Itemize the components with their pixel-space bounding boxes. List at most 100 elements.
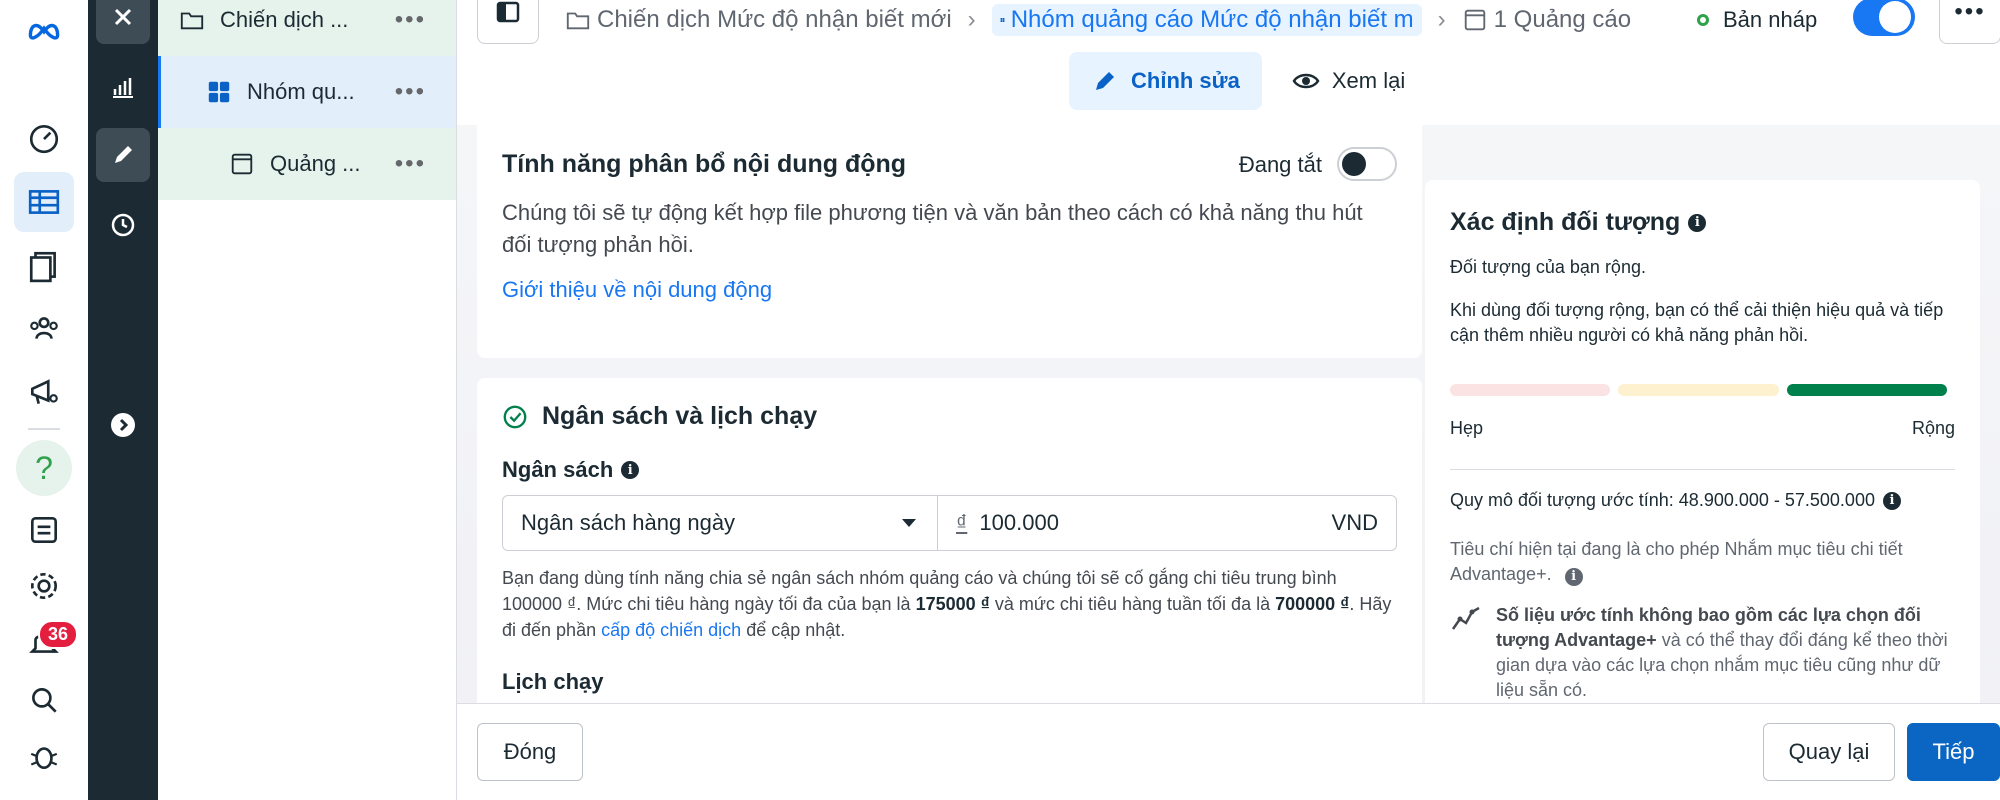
breadcrumb-ad[interactable]: 1 Quảng cáo (1462, 6, 1631, 34)
meta-logo-icon[interactable] (14, 0, 74, 60)
dynamic-creative-toggle[interactable] (1337, 147, 1397, 181)
meter-label-narrow: Hẹp (1450, 418, 1484, 438)
dynamic-creative-learn-more-link[interactable]: Giới thiệu về nội dung động (502, 277, 1397, 303)
meter-labels: Hẹp Rộng (1450, 418, 1955, 439)
status-indicator: Bản nháp (1697, 0, 1817, 40)
edit-pencil-icon (1096, 72, 1114, 90)
breadcrumb: Chiến dịch Mức độ nhận biết mới › Nhóm q… (565, 0, 1631, 40)
budget-amount-field[interactable]: ₫ 100.000 VND (938, 496, 1396, 550)
campaign-megaphone-icon[interactable] (14, 362, 74, 422)
audience-note: Số liệu ước tính không bao gồm các lựa c… (1450, 603, 1955, 703)
breadcrumb-adset-label: Nhóm quảng cáo Mức độ nhận biết m (1010, 6, 1414, 33)
meter-label-broad: Rộng (1911, 418, 1955, 438)
audience-summary: Đối tượng của bạn rộng. (1450, 257, 1646, 277)
ad-window-icon (228, 150, 256, 178)
breadcrumb-campaign-label: Chiến dịch Mức độ nhận biết mới (597, 6, 952, 33)
budget-hint-text: và mức chi tiêu hàng tuần tối đa là (989, 594, 1276, 614)
caret-down-icon (902, 519, 916, 527)
more-options-button[interactable]: ••• (1939, 0, 2000, 44)
max-daily-spend: 175000 ₫ (915, 594, 990, 614)
tab-edit-label: Chỉnh sửa (1131, 68, 1240, 93)
audiences-icon[interactable] (14, 298, 74, 358)
budget-label-row: Ngân sách i (502, 457, 1397, 483)
rail-divider (28, 428, 60, 430)
info-icon[interactable]: i (1882, 491, 1901, 510)
info-icon[interactable]: i (621, 461, 640, 479)
chevron-right-icon: › (967, 6, 976, 33)
dynamic-creative-description: Chúng tôi sẽ tự động kết hợp file phương… (502, 200, 1363, 257)
back-button[interactable]: Quay lại (1763, 723, 1895, 781)
budget-input-group: Ngân sách hàng ngày ₫ 100.000 VND (502, 495, 1397, 551)
check-circle-icon (503, 405, 527, 428)
search-icon[interactable] (14, 670, 74, 730)
main-content: Tính năng phân bổ nội dung động Đang tắt… (457, 125, 2000, 703)
info-icon[interactable]: i (1688, 213, 1707, 232)
info-icon[interactable]: i (1564, 567, 1583, 586)
trend-line-icon (1451, 606, 1480, 630)
ads-manager-table-icon[interactable] (14, 172, 74, 232)
dynamic-creative-toggle-label: Đang tắt (1238, 152, 1322, 177)
tree-item-label: Quảng ... (270, 151, 361, 176)
help-icon[interactable]: ? (16, 440, 72, 496)
bar-chart-icon[interactable] (96, 60, 150, 114)
campaign-tree: Chiến dịch ... ••• Nhóm qu... ••• Quảng … (158, 0, 457, 800)
pages-icon[interactable] (14, 236, 74, 296)
meter-segment-narrow (1450, 384, 1611, 396)
tab-review[interactable]: Xem lại (1270, 52, 1427, 110)
tab-review-label: Xem lại (1331, 68, 1406, 93)
edit-pencil-icon[interactable] (96, 128, 150, 182)
chevron-right-icon: › (1437, 6, 1446, 33)
tree-item-ad[interactable]: Quảng ... ••• (158, 128, 456, 200)
breadcrumb-campaign[interactable]: Chiến dịch Mức độ nhận biết mới (565, 6, 952, 34)
next-button[interactable]: Tiếp (1907, 723, 2000, 781)
audience-criteria: Tiêu chí hiện tại đang là cho phép Nhắm … (1450, 539, 1903, 584)
more-options-icon[interactable]: ••• (395, 78, 426, 106)
tool-column (88, 0, 158, 800)
tab-edit[interactable]: Chỉnh sửa (1069, 52, 1262, 110)
breadcrumb-ad-label: 1 Quảng cáo (1493, 6, 1632, 33)
side-panel-icon (496, 1, 520, 23)
nav-rail: ? 36 (0, 0, 88, 800)
budget-amount-value: 100.000 (979, 510, 1059, 535)
breadcrumb-adset[interactable]: Nhóm quảng cáo Mức độ nhận biết m (991, 4, 1422, 36)
tree-item-campaign[interactable]: Chiến dịch ... ••• (158, 0, 456, 56)
folder-icon (178, 6, 206, 34)
max-weekly-spend: 700000 ₫ (1275, 594, 1350, 614)
budget-hint: Bạn đang dùng tính năng chia sẻ ngân sác… (502, 565, 1397, 643)
audience-tip: Khi dùng đối tượng rộng, bạn có thể cải … (1450, 300, 1944, 345)
budget-schedule-title: Ngân sách và lịch chạy (542, 402, 818, 430)
mode-tabs: Chỉnh sửa Xem lại (1069, 52, 1435, 110)
footer-bar: Đóng Quay lại Tiếp (457, 703, 2000, 800)
campaign-level-link[interactable]: cấp độ chiến dịch (601, 620, 741, 640)
history-clock-icon[interactable] (96, 198, 150, 252)
more-options-icon[interactable]: ••• (395, 150, 426, 178)
dashboard-icon[interactable] (14, 108, 74, 168)
tree-item-label: Nhóm qu... (247, 79, 355, 104)
dynamic-creative-card: Tính năng phân bổ nội dung động Đang tắt… (477, 125, 1422, 358)
reports-icon[interactable] (14, 500, 74, 560)
tree-item-adset[interactable]: Nhóm qu... ••• (158, 56, 456, 128)
publish-toggle[interactable] (1853, 0, 1915, 36)
close-button[interactable]: Đóng (477, 723, 583, 781)
adset-grid-icon (205, 78, 233, 106)
audience-size-estimate: Quy mô đối tượng ước tính: 48.900.000 - … (1450, 490, 1875, 510)
settings-gear-icon[interactable] (14, 556, 74, 616)
budget-hint-text: để cập nhật. (741, 620, 846, 640)
budget-type-select[interactable]: Ngân sách hàng ngày (503, 496, 938, 550)
audience-title: Xác định đối tượng (1450, 208, 1681, 236)
divider (1450, 469, 1955, 470)
expand-chevron-icon[interactable] (96, 398, 150, 452)
status-dot (1697, 14, 1709, 26)
more-options-icon[interactable]: ••• (395, 6, 426, 34)
folder-icon (566, 12, 590, 30)
toggle-side-panel-button[interactable] (477, 0, 539, 44)
budget-label: Ngân sách (502, 457, 614, 482)
bug-report-icon[interactable] (14, 726, 74, 786)
audience-criteria-row: Tiêu chí hiện tại đang là cho phép Nhắm … (1450, 537, 1955, 587)
close-icon[interactable] (96, 0, 150, 44)
tree-item-label: Chiến dịch ... (220, 7, 349, 32)
audience-breadth-meter (1450, 384, 1955, 396)
top-bar: Chiến dịch Mức độ nhận biết mới › Nhóm q… (457, 0, 2000, 125)
budget-schedule-card: Ngân sách và lịch chạy Ngân sách i Ngân … (477, 378, 1422, 703)
currency-code: VND (1331, 510, 1378, 535)
